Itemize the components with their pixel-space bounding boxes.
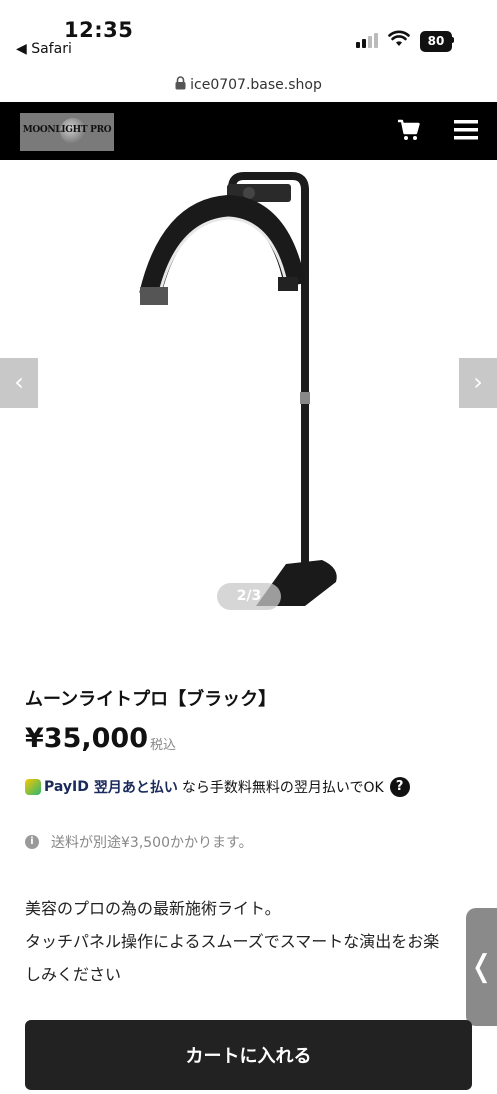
shipping-text: 送料が別途¥3,500かかります。 xyxy=(51,835,253,851)
battery-tip xyxy=(451,37,454,43)
cart-icon[interactable] xyxy=(397,118,421,142)
battery-icon: 80 xyxy=(420,31,452,52)
payid-logo-icon xyxy=(25,779,41,795)
cellular-signal-icon xyxy=(356,33,378,48)
product-title: ムーンライトプロ【ブラック】 xyxy=(25,689,277,710)
wifi-icon xyxy=(388,30,410,46)
product-description: 美容のプロの為の最新施術ライト。 タッチパネル操作によるスムーズでスマートな演出… xyxy=(25,892,475,991)
gallery-page-indicator: 2/3 xyxy=(217,583,281,610)
store-logo[interactable]: MOONLIGHT PRO xyxy=(20,113,114,151)
address-bar[interactable]: ice0707.base.shop xyxy=(0,76,497,100)
description-line: タッチパネル操作によるスムーズでスマートな演出をお楽 xyxy=(25,932,440,951)
side-drawer-tab[interactable]: ❬ xyxy=(466,908,497,1026)
tax-note: 税込 xyxy=(150,738,177,753)
gallery-next-button[interactable]: › xyxy=(459,358,497,408)
payid-banner: PayID 翌月あと払い なら手数料無料の翌月払いでOK ? xyxy=(25,776,410,798)
description-line: しみください xyxy=(25,965,122,984)
shipping-note: i 送料が別途¥3,500かかります。 xyxy=(25,832,253,852)
lock-icon xyxy=(175,76,186,90)
payid-brand: PayID xyxy=(44,779,89,795)
hamburger-menu-icon[interactable] xyxy=(454,119,478,141)
chevron-right-icon: › xyxy=(473,368,483,396)
info-icon: i xyxy=(25,835,39,849)
description-line: 美容のプロの為の最新施術ライト。 xyxy=(25,899,281,918)
product-price: ¥35,000 xyxy=(25,723,148,754)
site-header: MOONLIGHT PRO xyxy=(0,102,497,160)
payid-text: なら手数料無料の翌月払いでOK xyxy=(181,780,384,796)
gallery-prev-button[interactable]: ‹ xyxy=(0,358,38,408)
product-image xyxy=(139,172,337,606)
back-to-safari-link[interactable]: ◀ Safari xyxy=(16,41,72,57)
status-bar: 12:35 ◀ Safari 80 xyxy=(0,0,497,70)
product-gallery[interactable]: ‹ › xyxy=(0,160,497,626)
chevron-left-icon: ‹ xyxy=(14,368,24,396)
clock: 12:35 xyxy=(64,18,134,42)
help-icon[interactable]: ? xyxy=(389,777,410,797)
payid-service: 翌月あと払い xyxy=(93,780,178,796)
url-text: ice0707.base.shop xyxy=(190,77,322,93)
logo-text: MOONLIGHT PRO xyxy=(22,125,112,135)
